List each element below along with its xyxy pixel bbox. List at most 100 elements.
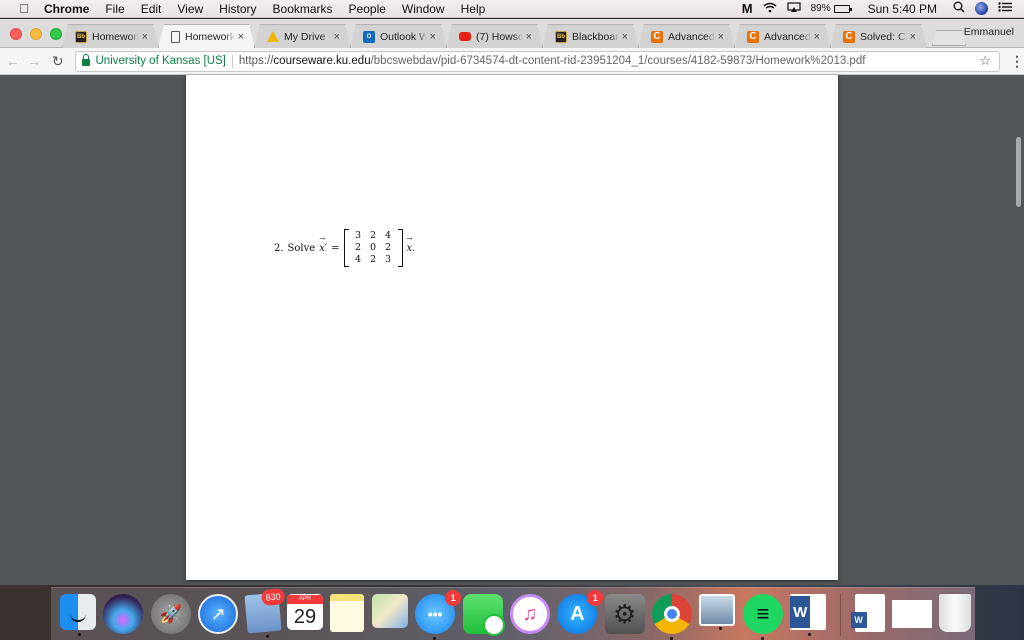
system-preferences-icon[interactable]: ⚙ [604,594,645,634]
menu-window[interactable]: Window [394,2,453,16]
status-area: M 89% Sun 5:40 PM [742,1,1024,16]
siri-icon[interactable] [975,2,988,15]
chrome-icon[interactable] [652,594,693,640]
problem-text: Solve [287,242,316,254]
blackboard-icon: Bb [555,31,567,43]
safari-icon[interactable]: ↗ [198,594,239,634]
recent-document-icon[interactable] [892,600,933,628]
vertical-scrollbar[interactable] [1016,137,1021,207]
tab-close-icon[interactable]: × [718,31,724,43]
notification-center-icon[interactable] [998,2,1012,15]
menu-people[interactable]: People [341,2,394,16]
clock[interactable]: Sun 5:40 PM [868,2,937,16]
tab-8[interactable]: C Advanced M× [734,24,831,48]
launchpad-icon[interactable]: 🚀 [150,594,191,634]
itunes-icon[interactable]: ♫ [509,594,550,634]
pdf-viewer: 2. Solve x′ = 324202423 x . [0,75,1024,585]
mail-icon[interactable]: 830 [243,588,285,638]
battery-indicator[interactable]: 89% [810,3,852,14]
menu-edit[interactable]: Edit [133,2,170,16]
menu-file[interactable]: File [97,2,132,16]
tab-6[interactable]: Bb Blackboard × [542,24,639,48]
pdf-page: 2. Solve x′ = 324202423 x . [186,75,838,580]
spotify-icon[interactable]: ≡ [742,594,783,640]
menu-help[interactable]: Help [453,2,494,16]
problem-2: 2. Solve x′ = 324202423 x . [274,229,415,267]
tab-close-icon[interactable]: × [622,31,628,43]
tab-7[interactable]: C Advanced M× [638,24,735,48]
dock: 🚀 ↗ 830 APR 29 ••• 1 ♫ A 1 ⚙ ≡ [51,587,975,640]
profile-button[interactable]: Emmanuel [964,26,1014,38]
battery-percent: 89% [810,3,831,14]
menu-chrome[interactable]: Chrome [34,2,97,16]
menu-bar:  Chrome File Edit View History Bookmark… [0,0,1024,18]
matrix-entries: 324202423 [349,230,398,266]
tab-close-icon[interactable]: × [430,31,436,43]
menu-history[interactable]: History [211,2,264,16]
tab-close-icon[interactable]: × [142,31,148,43]
battery-icon [833,4,852,13]
address-bar[interactable]: University of Kansas [US] https://course… [74,50,1001,72]
tab-close-icon[interactable]: × [238,31,244,43]
window-controls [10,28,62,40]
calendar-month: APR [286,594,323,604]
tab-close-icon[interactable]: × [526,31,532,43]
security-label[interactable]: University of Kansas [US] [96,55,226,67]
search-icon[interactable] [953,1,965,16]
running-indicator [719,627,723,630]
running-indicator [78,633,81,636]
preview-icon[interactable] [699,594,736,630]
chegg-icon: C [747,31,759,43]
safari-glyph: ↗ [210,603,226,624]
launchpad-glyph: 🚀 [159,603,182,624]
siri-icon[interactable] [103,594,144,634]
reload-button[interactable]: ↻ [49,53,67,70]
wifi-icon[interactable] [763,2,777,16]
menu-view[interactable]: View [169,2,211,16]
tab-1[interactable]: Bb Homework × [62,24,159,48]
facetime-icon[interactable] [462,594,505,636]
microsoft-word-icon[interactable] [790,594,827,636]
chegg-icon: C [843,31,855,43]
trash-icon[interactable] [939,594,972,632]
youtube-icon [459,32,471,41]
chegg-icon: C [651,31,663,43]
forward-button[interactable]: → [26,53,44,69]
new-tab-button[interactable] [932,30,966,46]
notes-icon[interactable] [330,594,365,632]
equals-sign: = [331,242,340,254]
maps-icon[interactable] [371,594,408,628]
messages-glyph: ••• [427,606,443,622]
finder-icon[interactable] [60,594,96,636]
calendar-icon[interactable]: APR 29 [286,594,323,630]
tab-title: Advanced M [668,30,715,43]
notification-badge: 830 [260,588,285,607]
tab-close-icon[interactable]: × [814,31,820,43]
malwarebytes-icon[interactable]: M [742,1,753,16]
tab-close-icon[interactable]: × [334,31,340,43]
airplay-icon[interactable] [787,1,801,16]
url-scheme: https:// [238,55,274,67]
matrix-entry: 2 [384,242,392,253]
tab-5[interactable]: (7) Howson × [446,24,543,48]
zoom-window-button[interactable] [50,28,62,40]
close-window-button[interactable] [10,28,22,40]
chrome-menu-icon[interactable]: ⋮ [1010,53,1024,70]
tab-9[interactable]: C Solved: Con × [830,24,927,48]
messages-icon[interactable]: ••• 1 [415,590,462,640]
tab-close-icon[interactable]: × [910,31,916,43]
problem-number: 2. [274,242,284,254]
word-document-icon[interactable] [850,594,885,632]
apple-logo-icon[interactable]:  [14,1,34,16]
app-store-icon[interactable]: A1 [557,590,604,634]
tab-2[interactable]: Homework × [158,24,255,48]
menu-bookmarks[interactable]: Bookmarks [265,2,341,16]
tab-3[interactable]: My Drive - C× [254,24,351,48]
right-bracket [397,229,403,267]
lhs-vector: x′ [319,235,327,254]
tab-strip: BbHomework×Homework×My Drive - C×OOutloo… [0,19,1024,48]
back-button[interactable]: ← [4,53,22,69]
bookmark-star-icon[interactable]: ☆ [979,53,991,69]
minimize-window-button[interactable] [30,28,42,40]
tab-4[interactable]: O Outlook We × [350,24,447,48]
